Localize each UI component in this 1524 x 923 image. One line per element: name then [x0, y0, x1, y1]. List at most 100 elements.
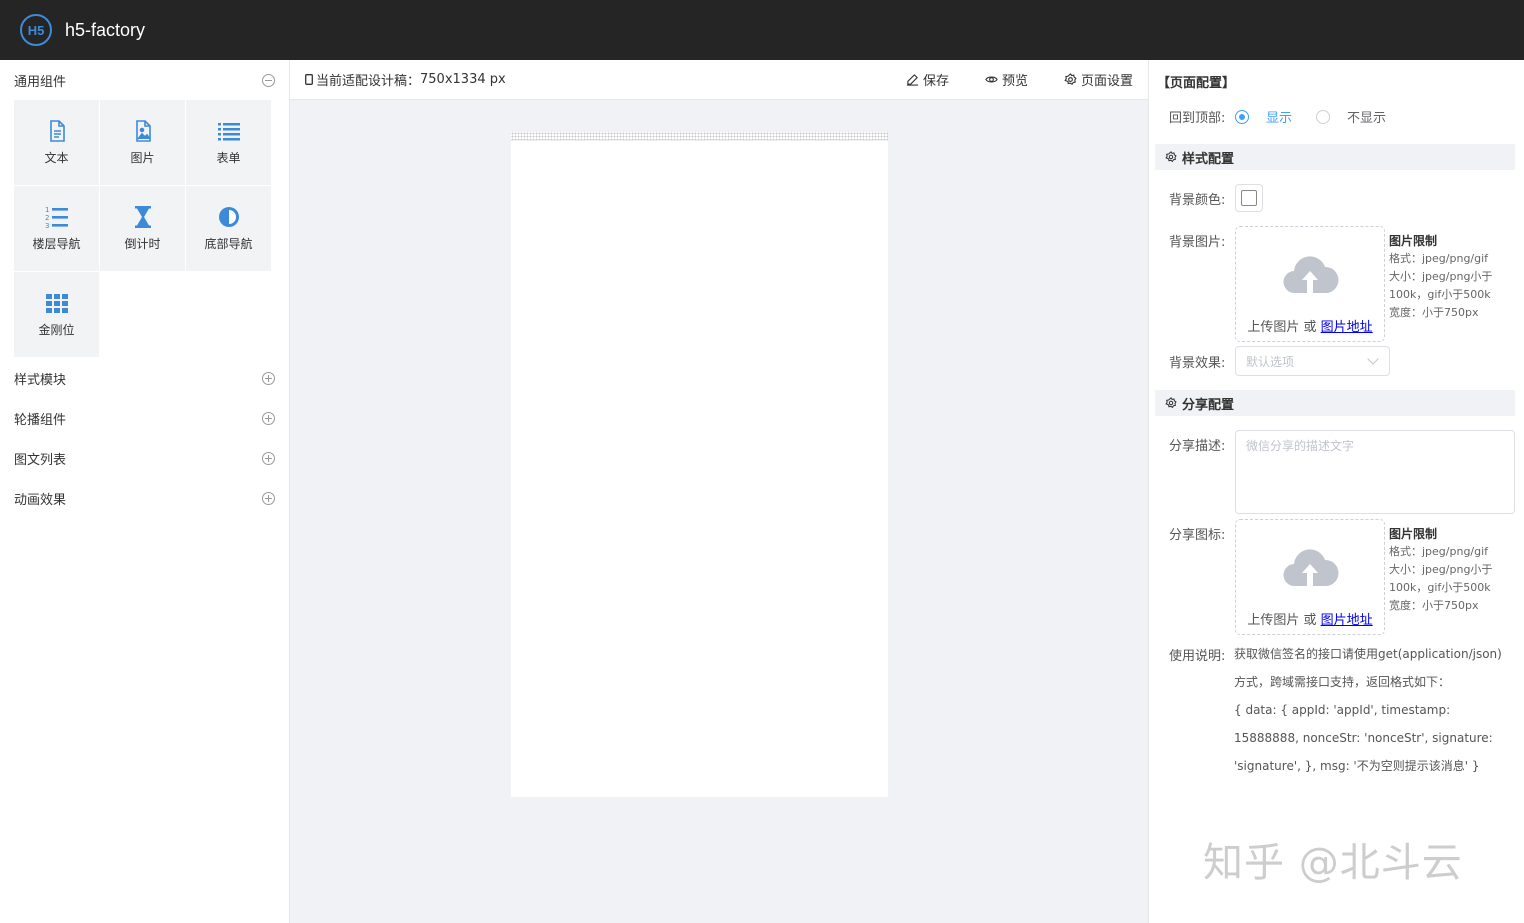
cloud-upload-icon [1283, 549, 1339, 587]
gear-icon [1165, 397, 1177, 409]
save-label: 保存 [922, 74, 949, 89]
radio-dot-icon [1235, 109, 1249, 124]
component-grid: 文本 图片 表单 1 2 3 楼层导航 倒计时 底部导航 金刚位 [14, 100, 271, 357]
edit-icon [906, 74, 919, 86]
gear-icon [1064, 73, 1077, 86]
color-swatch [1241, 190, 1257, 206]
usage-instructions: 获取微信签名的接口请使用get(application/json)方式，跨域需接… [1234, 640, 1510, 780]
gear-icon [1165, 151, 1177, 163]
usage-text: 获取微信签名的接口请使用get(application/json)方式，跨域需接… [1234, 647, 1502, 689]
preview-button[interactable]: 预览 [985, 70, 1028, 89]
limit-format: 格式：jpeg/png/gif [1389, 252, 1489, 265]
hourglass-icon [134, 206, 151, 228]
expand-icon[interactable] [262, 411, 275, 425]
bg-image-uploader[interactable]: 上传图片 或 图片地址 [1235, 226, 1385, 342]
ordered-list-icon: 1 2 3 [45, 206, 68, 229]
category-animation[interactable]: 动画效果 [0, 478, 289, 518]
share-desc-input[interactable] [1235, 430, 1515, 514]
cloud-upload-icon [1283, 256, 1339, 294]
bg-color-label: 背景颜色: [1169, 193, 1226, 208]
bg-image-limits: 图片限制 格式：jpeg/png/gif 大小：jpeg/png小于100k，g… [1389, 232, 1509, 322]
limit-width: 宽度：小于750px [1389, 599, 1479, 612]
editor-area: 当前适配设计稿： 750x1334 px 保存 预览 页面设置 [290, 60, 1148, 923]
limit-size: 大小：jpeg/png小于100k，gif小于500k [1389, 563, 1493, 594]
limit-size: 大小：jpeg/png小于100k，gif小于500k [1389, 270, 1493, 301]
tile-label: 楼层导航 [32, 237, 81, 251]
canvas-top-bar [511, 132, 888, 141]
bg-effect-select[interactable]: 默认选项 [1235, 346, 1390, 376]
share-icon-uploader[interactable]: 上传图片 或 图片地址 [1235, 519, 1385, 635]
component-image[interactable]: 图片 [100, 100, 185, 185]
image-url-link[interactable]: 图片地址 [1321, 320, 1373, 335]
half-circle-icon [218, 207, 239, 227]
select-placeholder: 默认选项 [1246, 354, 1295, 369]
expand-icon[interactable] [262, 371, 275, 385]
document-icon [49, 120, 65, 142]
section-title: 分享配置 [1182, 397, 1235, 413]
mobile-icon [305, 74, 313, 85]
back-to-top-label: 回到顶部: [1169, 111, 1226, 126]
page-settings-label: 页面设置 [1080, 74, 1133, 89]
radio-hide[interactable]: 不显示 [1316, 107, 1386, 126]
usage-label: 使用说明: [1169, 649, 1226, 664]
share-icon-limits: 图片限制 格式：jpeg/png/gif 大小：jpeg/png小于100k，g… [1389, 525, 1509, 615]
limit-title: 图片限制 [1389, 527, 1438, 541]
radio-show[interactable]: 显示 [1235, 107, 1292, 126]
svg-text:2: 2 [45, 214, 49, 222]
panel-title: 【页面配置】 [1157, 76, 1236, 91]
design-size-label: 当前适配设计稿： [316, 74, 421, 89]
radio-label: 显示 [1266, 111, 1293, 126]
limit-format: 格式：jpeg/png/gif [1389, 545, 1489, 558]
category-image-text-list[interactable]: 图文列表 [0, 438, 289, 478]
collapse-icon[interactable] [262, 73, 275, 87]
design-size-value: 750x1334 px [420, 72, 506, 87]
design-size-info: 当前适配设计稿： 750x1334 px [305, 70, 506, 89]
share-desc-label: 分享描述: [1169, 439, 1226, 454]
category-label: 图文列表 [14, 452, 67, 468]
chevron-down-icon [1367, 353, 1379, 365]
category-label: 通用组件 [14, 74, 67, 90]
tile-label: 金刚位 [38, 323, 75, 337]
upload-text: 上传图片 或 [1247, 320, 1321, 335]
category-carousel[interactable]: 轮播组件 [0, 398, 289, 438]
app-title: h5-factory [65, 19, 146, 40]
component-sidebar: 通用组件 文本 图片 表单 1 2 3 楼层导航 倒计时 底部导航 金刚位 样式… [0, 60, 290, 923]
page-settings-button[interactable]: 页面设置 [1064, 70, 1133, 89]
preview-label: 预览 [1001, 74, 1028, 89]
category-style-modules[interactable]: 样式模块 [0, 358, 289, 398]
radio-dot-icon [1316, 109, 1330, 124]
radio-label: 不显示 [1347, 111, 1387, 126]
h5-logo-icon: H5 [20, 14, 52, 46]
eye-icon [985, 76, 998, 83]
upload-text: 上传图片 或 [1247, 613, 1321, 628]
tile-label: 文本 [44, 151, 69, 165]
usage-format: { data: { appId: 'appId', timestamp: 158… [1234, 703, 1493, 773]
category-general[interactable]: 通用组件 [0, 60, 289, 100]
component-form[interactable]: 表单 [186, 100, 271, 185]
limit-width: 宽度：小于750px [1389, 306, 1479, 319]
component-text[interactable]: 文本 [14, 100, 99, 185]
list-icon [217, 123, 240, 141]
watermark: 知乎 @北斗云 [1203, 840, 1463, 886]
tile-label: 倒计时 [124, 237, 161, 251]
share-config-section: 分享配置 [1155, 390, 1515, 416]
category-label: 轮播组件 [14, 412, 67, 428]
component-countdown[interactable]: 倒计时 [100, 186, 185, 271]
component-king-kong[interactable]: 金刚位 [14, 272, 99, 357]
grid-icon [45, 294, 68, 313]
category-label: 动画效果 [14, 492, 67, 508]
svg-text:1: 1 [45, 206, 49, 214]
bg-color-picker[interactable] [1235, 184, 1263, 212]
save-button[interactable]: 保存 [906, 70, 949, 89]
share-icon-label: 分享图标: [1169, 528, 1226, 543]
phone-canvas[interactable] [511, 132, 888, 797]
category-label: 样式模块 [14, 372, 67, 388]
tile-label: 底部导航 [204, 237, 253, 251]
image-url-link[interactable]: 图片地址 [1321, 613, 1373, 628]
expand-icon[interactable] [262, 491, 275, 505]
component-bottom-nav[interactable]: 底部导航 [186, 186, 271, 271]
component-floor-nav[interactable]: 1 2 3 楼层导航 [14, 186, 99, 271]
expand-icon[interactable] [262, 451, 275, 465]
svg-text:3: 3 [45, 222, 49, 229]
editor-toolbar: 当前适配设计稿： 750x1334 px 保存 预览 页面设置 [290, 60, 1148, 100]
